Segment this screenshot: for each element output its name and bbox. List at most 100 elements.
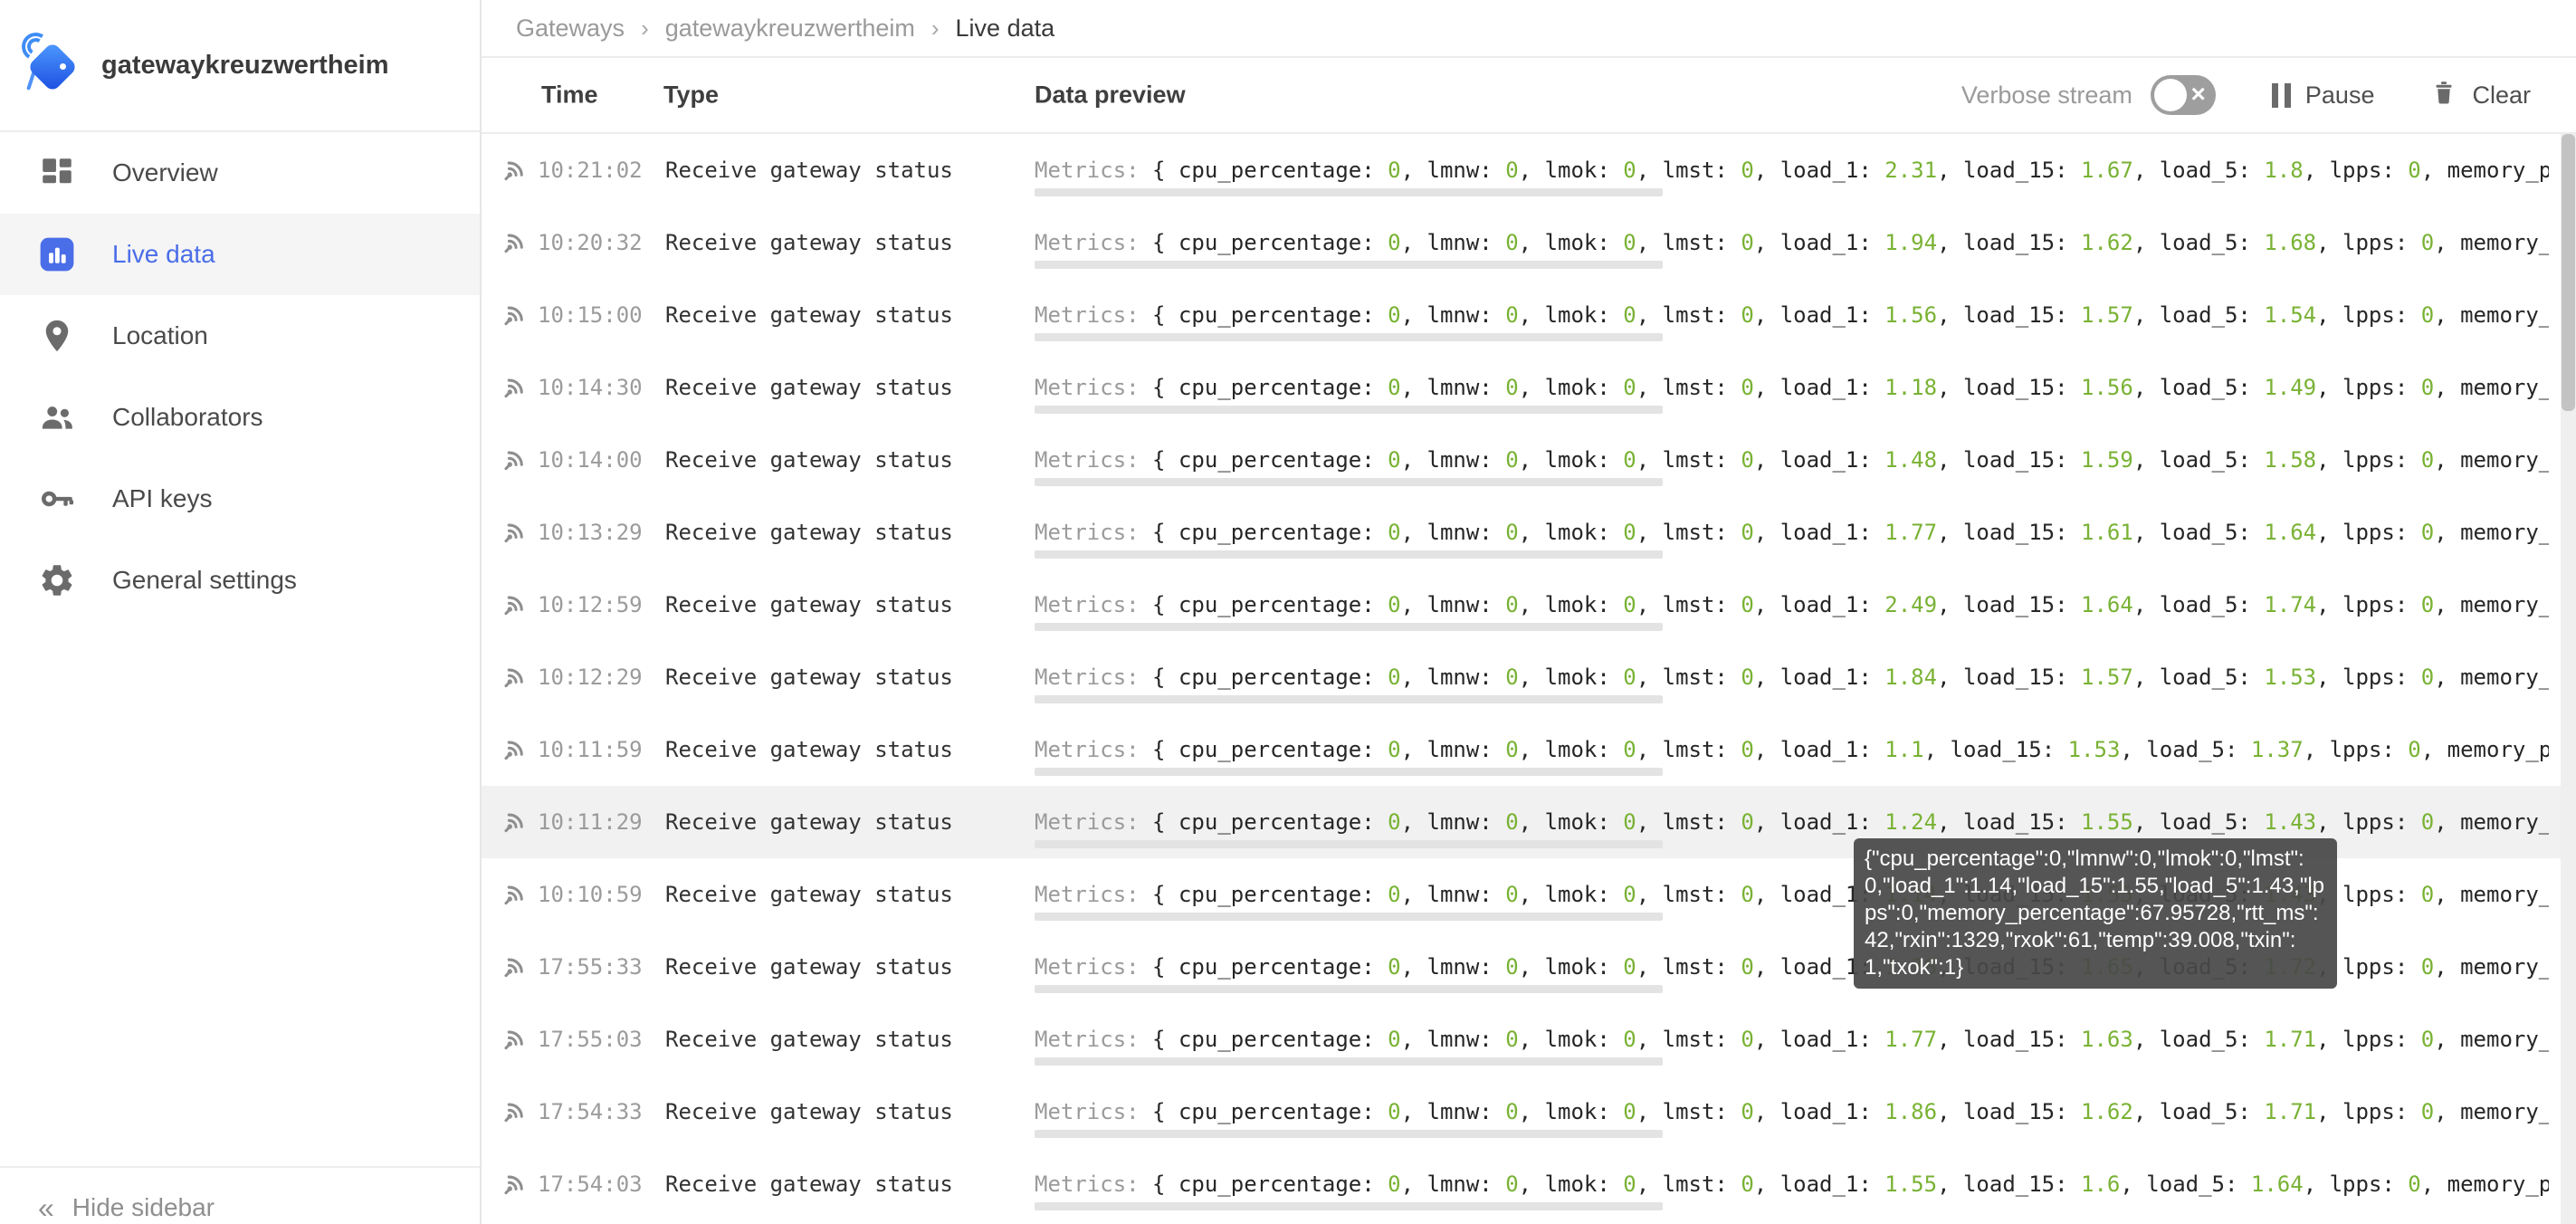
sidebar-item-overview[interactable]: Overview (0, 132, 480, 214)
event-row[interactable]: 10:13:29 Receive gateway status Metrics:… (482, 496, 2576, 569)
pause-icon (2271, 82, 2291, 108)
event-data-preview[interactable]: Metrics: { cpu_percentage: 0, lmnw: 0, l… (1035, 158, 2549, 183)
event-row[interactable]: 17:55:03 Receive gateway status Metrics:… (482, 1003, 2576, 1076)
event-time: 10:15:00 (538, 302, 643, 328)
event-type: Receive gateway status (665, 954, 953, 980)
event-row[interactable]: 10:12:29 Receive gateway status Metrics:… (482, 641, 2576, 713)
breadcrumb: Gateways › gatewaykreuzwertheim › Live d… (482, 0, 2576, 58)
event-type: Receive gateway status (665, 230, 953, 255)
sidebar-item-label: Collaborators (112, 403, 263, 431)
breadcrumb-separator: › (930, 14, 940, 42)
event-row[interactable]: 17:54:33 Receive gateway status Metrics:… (482, 1076, 2576, 1148)
event-data-preview[interactable]: Metrics: { cpu_percentage: 0, lmnw: 0, l… (1035, 809, 2549, 835)
preview-horizontal-scrollbar[interactable] (1035, 478, 1663, 486)
sidebar-item-api-keys[interactable]: API keys (0, 458, 480, 540)
clear-button[interactable]: Clear (2430, 78, 2531, 113)
preview-horizontal-scrollbar[interactable] (1035, 623, 1663, 631)
event-type: Receive gateway status (665, 737, 953, 762)
event-type: Receive gateway status (665, 447, 953, 473)
gateway-status-event-icon (500, 301, 529, 330)
breadcrumb-gateway-id[interactable]: gatewaykreuzwertheim (665, 14, 915, 43)
event-type: Receive gateway status (665, 592, 953, 617)
pause-label: Pause (2304, 81, 2375, 109)
gear-icon (38, 561, 76, 599)
event-data-preview[interactable]: Metrics: { cpu_percentage: 0, lmnw: 0, l… (1035, 375, 2549, 400)
preview-horizontal-scrollbar[interactable] (1035, 1057, 1663, 1066)
preview-horizontal-scrollbar[interactable] (1035, 333, 1663, 341)
event-data-preview[interactable]: Metrics: { cpu_percentage: 0, lmnw: 0, l… (1035, 1099, 2549, 1124)
event-time: 17:55:33 (538, 954, 643, 980)
main-content: Gateways › gatewaykreuzwertheim › Live d… (482, 0, 2576, 1224)
preview-horizontal-scrollbar[interactable] (1035, 913, 1663, 921)
event-time: 10:21:02 (538, 158, 643, 183)
pause-button[interactable]: Pause (2271, 81, 2375, 110)
preview-horizontal-scrollbar[interactable] (1035, 1202, 1663, 1210)
event-time: 10:12:59 (538, 592, 643, 617)
location-pin-icon (38, 317, 76, 355)
sidebar-item-live-data[interactable]: Live data (0, 214, 480, 295)
gateway-status-event-icon (500, 952, 529, 981)
event-type: Receive gateway status (665, 1027, 953, 1052)
hide-sidebar-button[interactable]: « Hide sidebar (0, 1166, 480, 1224)
event-row[interactable]: 10:14:30 Receive gateway status Metrics:… (482, 351, 2576, 424)
event-data-preview[interactable]: Metrics: { cpu_percentage: 0, lmnw: 0, l… (1035, 737, 2549, 762)
breadcrumb-gateways[interactable]: Gateways (516, 14, 625, 43)
event-data-preview[interactable]: Metrics: { cpu_percentage: 0, lmnw: 0, l… (1035, 230, 2549, 255)
event-time: 10:10:59 (538, 882, 643, 907)
event-time: 17:54:03 (538, 1171, 643, 1197)
gateway-status-event-icon (500, 1025, 529, 1054)
vertical-scrollbar-thumb[interactable] (2562, 134, 2575, 411)
preview-horizontal-scrollbar[interactable] (1035, 768, 1663, 776)
event-time: 17:55:03 (538, 1027, 643, 1052)
event-time: 10:11:59 (538, 737, 643, 762)
event-row[interactable]: 10:20:32 Receive gateway status Metrics:… (482, 206, 2576, 279)
sidebar-item-label: Live data (112, 240, 215, 268)
verbose-stream-toggle[interactable]: × (2150, 75, 2216, 115)
column-header-time: Time (541, 81, 598, 109)
event-data-preview[interactable]: Metrics: { cpu_percentage: 0, lmnw: 0, l… (1035, 302, 2549, 328)
gateway-status-event-icon (500, 663, 529, 692)
gateway-status-event-icon (500, 1170, 529, 1199)
sidebar-item-label: API keys (112, 484, 213, 512)
preview-horizontal-scrollbar[interactable] (1035, 406, 1663, 414)
preview-horizontal-scrollbar[interactable] (1035, 985, 1663, 993)
preview-horizontal-scrollbar[interactable] (1035, 188, 1663, 196)
breadcrumb-live-data: Live data (955, 14, 1055, 42)
gateway-title: gatewaykreuzwertheim (101, 50, 389, 80)
preview-horizontal-scrollbar[interactable] (1035, 1130, 1663, 1138)
sidebar-item-label: Location (112, 321, 208, 349)
event-row[interactable]: 10:14:00 Receive gateway status Metrics:… (482, 424, 2576, 496)
event-row[interactable]: 17:54:03 Receive gateway status Metrics:… (482, 1148, 2576, 1220)
trash-icon (2430, 78, 2457, 113)
preview-horizontal-scrollbar[interactable] (1035, 550, 1663, 559)
sidebar-item-location[interactable]: Location (0, 295, 480, 377)
preview-horizontal-scrollbar[interactable] (1035, 261, 1663, 269)
event-data-preview[interactable]: Metrics: { cpu_percentage: 0, lmnw: 0, l… (1035, 520, 2549, 545)
event-data-preview[interactable]: Metrics: { cpu_percentage: 0, lmnw: 0, l… (1035, 1171, 2549, 1197)
event-row[interactable]: 10:15:00 Receive gateway status Metrics:… (482, 279, 2576, 351)
event-data-preview[interactable]: Metrics: { cpu_percentage: 0, lmnw: 0, l… (1035, 447, 2549, 473)
event-data-preview[interactable]: Metrics: { cpu_percentage: 0, lmnw: 0, l… (1035, 665, 2549, 690)
event-row[interactable]: 10:12:59 Receive gateway status Metrics:… (482, 569, 2576, 641)
gateway-status-event-icon (500, 808, 529, 837)
event-list: 10:21:02 Receive gateway status Metrics:… (482, 134, 2576, 1224)
event-data-preview[interactable]: Metrics: { cpu_percentage: 0, lmnw: 0, l… (1035, 1027, 2549, 1052)
sidebar-item-label: Overview (112, 158, 218, 186)
key-icon (38, 480, 76, 518)
preview-horizontal-scrollbar[interactable] (1035, 695, 1663, 703)
gateway-status-event-icon (500, 735, 529, 764)
event-type: Receive gateway status (665, 302, 953, 328)
sidebar-item-collaborators[interactable]: Collaborators (0, 377, 480, 458)
event-data-preview[interactable]: Metrics: { cpu_percentage: 0, lmnw: 0, l… (1035, 592, 2549, 617)
event-row[interactable]: 10:11:59 Receive gateway status Metrics:… (482, 713, 2576, 786)
event-row[interactable]: 10:21:02 Receive gateway status Metrics:… (482, 134, 2576, 206)
sidebar-item-general-settings[interactable]: General settings (0, 540, 480, 621)
sidebar: gatewaykreuzwertheim Overview Live data … (0, 0, 482, 1224)
preview-horizontal-scrollbar[interactable] (1035, 840, 1663, 848)
vertical-scrollbar[interactable] (2561, 134, 2576, 1224)
column-header-type: Type (663, 81, 720, 109)
column-header-data-preview: Data preview (1035, 81, 1186, 109)
event-time: 10:13:29 (538, 520, 643, 545)
toggle-off-icon: × (2190, 79, 2206, 108)
hide-sidebar-label: Hide sidebar (72, 1193, 215, 1221)
